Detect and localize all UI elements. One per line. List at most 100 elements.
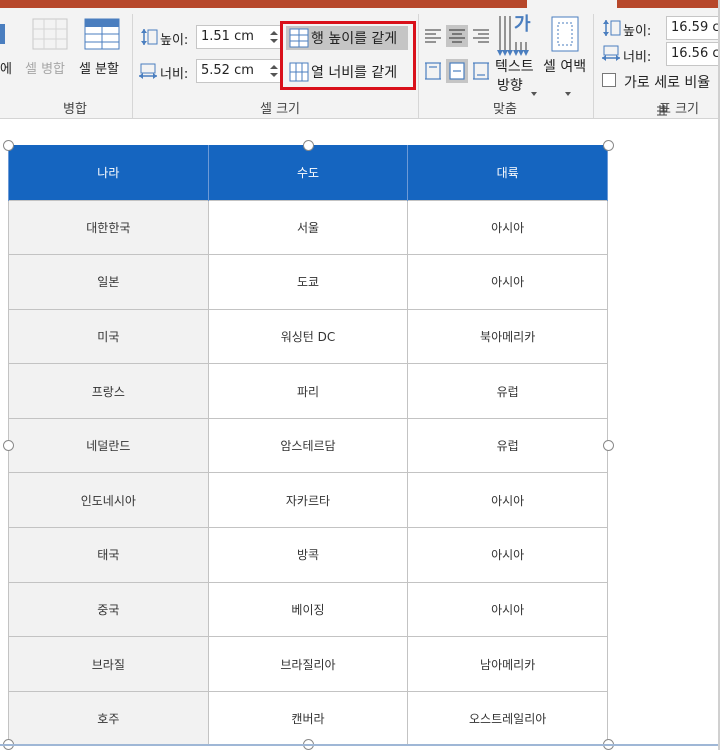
table-cell[interactable]: 캔버라 <box>207 690 409 747</box>
table-cell[interactable]: 대한한국 <box>8 199 209 256</box>
cell-size-group-label: 셀 크기 <box>259 102 300 117</box>
table-row: 호주 캔버라 오스트레일리아 <box>8 690 608 747</box>
table-height-value: 16.59 c <box>671 20 720 35</box>
cell-margins-label[interactable]: 셀 여백 <box>543 56 586 76</box>
table-cell[interactable]: 북아메리카 <box>407 308 608 365</box>
resize-handle[interactable] <box>603 440 614 451</box>
header-cell[interactable]: 나라 <box>8 145 209 200</box>
cell-height-spin-arrows[interactable] <box>267 26 281 48</box>
table-cell[interactable]: 암스테르담 <box>207 417 409 474</box>
table-width-value: 16.56 c <box>671 46 720 61</box>
table-cell[interactable]: 아시아 <box>407 581 608 638</box>
table-cell[interactable]: 서울 <box>207 199 409 256</box>
alignment-group-label: 맞춤 <box>493 102 517 117</box>
merge-group-label: 병합 <box>63 102 87 117</box>
table-row: 대한한국 서울 아시아 <box>8 199 608 256</box>
table-row: 브라질 브라질리아 남아메리카 <box>8 636 608 692</box>
table-cell[interactable]: 네덜란드 <box>8 417 209 474</box>
table-cell[interactable]: 브라질 <box>8 636 209 692</box>
cell-height-value: 1.51 cm <box>201 29 254 44</box>
table-row: 중국 베이징 아시아 <box>8 581 608 638</box>
table-cell[interactable]: 방콕 <box>207 527 409 583</box>
merge-cells-icon <box>32 18 68 50</box>
table-cell[interactable]: 중국 <box>8 581 209 638</box>
group-separator <box>418 14 419 118</box>
table-width-field[interactable]: 16.56 c <box>666 42 720 66</box>
table-width-icon <box>601 44 621 64</box>
cell-margins-icon[interactable] <box>551 16 579 54</box>
table-row: 미국 워싱턴 DC 북아메리카 <box>8 308 608 365</box>
cell-width-value: 5.52 cm <box>201 63 254 78</box>
text-direction-label-2[interactable]: 방향 <box>497 75 523 95</box>
partial-cut-label: 에 <box>0 62 12 77</box>
cell-height-label: 높이: <box>160 33 189 48</box>
text-direction-label[interactable]: 텍스트 <box>495 56 534 76</box>
text-direction-glyph: 가 <box>514 14 531 35</box>
table-cell[interactable]: 프랑스 <box>8 363 209 419</box>
lock-aspect-ratio-label[interactable]: 가로 세로 비율 <box>624 72 710 92</box>
table-cell[interactable]: 아시아 <box>407 527 608 583</box>
chevron-down-icon[interactable] <box>564 82 572 96</box>
split-cells-icon <box>84 18 120 50</box>
header-cell[interactable]: 대륙 <box>407 145 608 200</box>
bottom-edge <box>0 744 720 746</box>
table-cell[interactable]: 유럽 <box>407 417 608 474</box>
table-cell[interactable]: 파리 <box>207 363 409 419</box>
group-separator <box>132 14 133 118</box>
cell-width-stepper[interactable]: 5.52 cm <box>196 59 282 83</box>
table-height-label: 높이: <box>623 24 652 39</box>
header-cell[interactable]: 수도 <box>207 145 409 200</box>
partial-icon[interactable] <box>0 22 6 46</box>
chevron-down-icon[interactable] <box>530 82 538 96</box>
row-height-icon <box>138 27 158 47</box>
table-cell[interactable]: 일본 <box>8 254 209 310</box>
table-cell[interactable]: 남아메리카 <box>407 636 608 692</box>
ribbon: 에 셀 병합 셀 분할 병합 높이: 1.51 cm 너비: 5.52 cm 행… <box>0 0 720 119</box>
table-height-icon <box>601 18 621 38</box>
group-separator <box>593 14 594 118</box>
cell-width-label: 너비: <box>160 67 189 82</box>
table-row: 인도네시아 자카르타 아시아 <box>8 472 608 529</box>
table-cell[interactable]: 태국 <box>8 527 209 583</box>
merge-cells-button[interactable]: 셀 병합 <box>25 58 65 77</box>
align-middle-icon[interactable] <box>447 61 467 81</box>
table-cell[interactable]: 아시아 <box>407 199 608 256</box>
table-cell[interactable]: 인도네시아 <box>8 472 209 529</box>
resize-handle[interactable] <box>3 440 14 451</box>
table-width-label: 너비: <box>623 50 652 65</box>
align-top-icon[interactable] <box>423 61 443 81</box>
data-table[interactable]: 나라 수도 대륙 대한한국 서울 아시아 일본 도쿄 아시아 미국 워싱턴 DC 북아메리카 프랑… <box>8 145 608 747</box>
resize-handle[interactable] <box>603 140 614 151</box>
align-right-icon[interactable] <box>471 27 491 45</box>
table-row: 프랑스 파리 유럽 <box>8 363 608 419</box>
table-row: 네덜란드 암스테르담 유럽 <box>8 417 608 474</box>
table-cell[interactable]: 워싱턴 DC <box>207 308 409 365</box>
resize-handle[interactable] <box>3 140 14 151</box>
column-width-icon <box>138 62 158 82</box>
split-cells-button[interactable]: 셀 분할 <box>79 58 119 77</box>
lock-aspect-ratio-checkbox[interactable] <box>602 73 616 87</box>
resize-handle[interactable] <box>303 140 314 151</box>
active-tab-notch <box>527 0 617 8</box>
align-bottom-icon[interactable] <box>471 61 491 81</box>
table-height-field[interactable]: 16.59 c <box>666 16 720 40</box>
cell-height-stepper[interactable]: 1.51 cm <box>196 25 282 49</box>
highlight-box <box>280 21 416 90</box>
table-row: 태국 방콕 아시아 <box>8 527 608 583</box>
table-cell[interactable]: 호주 <box>8 690 209 747</box>
table-row: 일본 도쿄 아시아 <box>8 254 608 310</box>
table-cell[interactable]: 자카르타 <box>207 472 409 529</box>
align-center-icon[interactable] <box>447 27 467 45</box>
table-cell[interactable]: 아시아 <box>407 472 608 529</box>
align-left-icon[interactable] <box>423 27 443 45</box>
cell-width-spin-arrows[interactable] <box>267 60 281 82</box>
table-cell[interactable]: 베이징 <box>207 581 409 638</box>
table-cell[interactable]: 브라질리아 <box>207 636 409 692</box>
table-cell[interactable]: 미국 <box>8 308 209 365</box>
table-header-row: 나라 수도 대륙 <box>8 145 608 200</box>
table-cell[interactable]: 유럽 <box>407 363 608 419</box>
table-size-group-label: 표 크기 <box>658 102 699 117</box>
table-cell[interactable]: 아시아 <box>407 254 608 310</box>
table-cell[interactable]: 도쿄 <box>207 254 409 310</box>
table-cell[interactable]: 오스트레일리아 <box>407 690 608 747</box>
